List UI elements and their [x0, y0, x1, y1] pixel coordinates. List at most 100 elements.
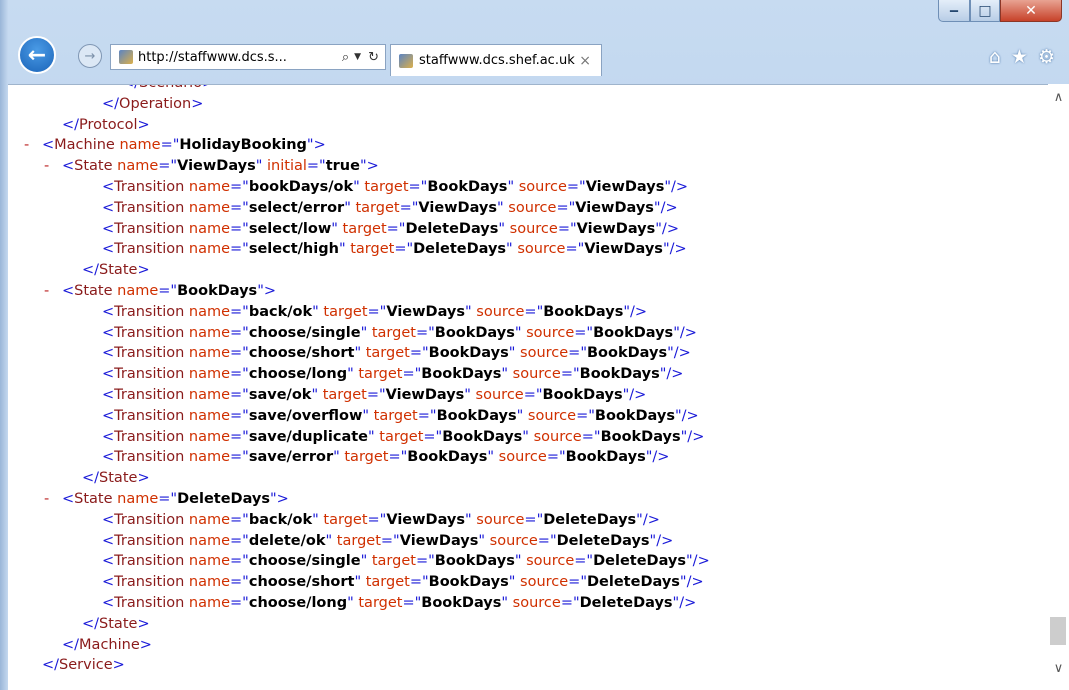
- xml-token: choose/short: [248, 345, 355, 362]
- xml-token: =": [230, 179, 249, 195]
- xml-token: =": [394, 241, 414, 258]
- xml-token: Transition: [114, 303, 185, 320]
- xml-token: target: [361, 574, 410, 591]
- xml-token: <: [102, 199, 115, 216]
- xml-line: <Transition name="back/ok" target="ViewD…: [102, 302, 647, 323]
- xml-token: ": [331, 220, 338, 237]
- xml-token: BookDays: [594, 407, 675, 424]
- xml-token: =": [230, 220, 249, 237]
- refresh-icon[interactable]: ↻: [368, 50, 379, 65]
- xml-token: <: [102, 387, 115, 403]
- xml-token: target: [369, 407, 418, 424]
- gear-icon[interactable]: ⚙: [1038, 46, 1055, 68]
- xml-token: =": [417, 407, 437, 424]
- scroll-down-icon[interactable]: ∨: [1048, 661, 1069, 676]
- xml-token: "/>: [673, 324, 697, 341]
- xml-token: >: [112, 657, 125, 674]
- toolbar-icons: ⌂ ★ ⚙: [989, 46, 1055, 68]
- xml-token: Operation: [119, 95, 192, 112]
- collapse-toggle[interactable]: -: [44, 489, 54, 510]
- scroll-thumb[interactable]: [1050, 617, 1066, 645]
- xml-token: <: [102, 303, 115, 320]
- xml-token: >: [137, 615, 150, 632]
- xml-token: =": [415, 553, 435, 570]
- close-window-button[interactable]: ✕: [1000, 0, 1062, 22]
- xml-token: =": [230, 449, 249, 466]
- back-button[interactable]: ←: [18, 36, 56, 74]
- xml-content-area: </Scenario></Operation></Protocol>- <Mac…: [8, 84, 1048, 690]
- xml-token: source: [505, 220, 558, 237]
- xml-token: =": [388, 449, 408, 466]
- xml-token: name: [184, 532, 231, 549]
- xml-token: back/ok: [248, 303, 313, 320]
- minimize-button[interactable]: ‒: [938, 0, 970, 22]
- xml-token: target: [318, 303, 368, 320]
- xml-token: =": [402, 595, 422, 611]
- xml-token: source: [508, 366, 561, 383]
- xml-token: =": [409, 345, 429, 362]
- xml-token: Machine: [79, 636, 140, 653]
- xml-token: BookDays: [421, 366, 502, 383]
- xml-line: <Transition name="delete/ok" target="Vie…: [102, 531, 673, 552]
- xml-token: <: [102, 553, 115, 570]
- xml-line: <Transition name="save/error" target="Bo…: [102, 447, 669, 468]
- xml-token: ": [464, 303, 472, 320]
- xml-token: Transition: [114, 324, 185, 341]
- xml-token: =": [566, 179, 586, 195]
- xml-token: =": [306, 158, 326, 175]
- scroll-up-icon[interactable]: ∧: [1048, 90, 1069, 105]
- address-bar[interactable]: http://staffwww.dcs.s... ⌕ ▼ ↻: [110, 44, 386, 70]
- xml-token: =": [557, 220, 577, 237]
- xml-token: ": [506, 241, 513, 258]
- xml-token: Machine: [54, 137, 115, 154]
- xml-token: BookDays: [177, 283, 258, 299]
- forward-icon: →: [84, 48, 96, 64]
- xml-token: >: [191, 95, 204, 112]
- xml-token: BookDays: [421, 595, 502, 611]
- maximize-button[interactable]: □: [970, 0, 1000, 22]
- collapse-toggle[interactable]: -: [44, 156, 54, 177]
- chevron-down-icon[interactable]: ▼: [354, 52, 361, 62]
- xml-token: =": [230, 345, 249, 362]
- xml-token: Transition: [114, 574, 185, 591]
- xml-token: </: [122, 85, 139, 91]
- xml-token: BookDays: [600, 428, 681, 445]
- xml-token: "/>: [680, 428, 705, 445]
- address-url[interactable]: http://staffwww.dcs.s...: [138, 50, 340, 65]
- xml-token: =": [230, 324, 249, 341]
- xml-token: =": [230, 511, 249, 528]
- xml-token: choose/single: [248, 324, 361, 341]
- xml-token: name: [184, 345, 231, 362]
- home-icon[interactable]: ⌂: [989, 46, 1001, 68]
- xml-token: ViewDays: [575, 199, 654, 216]
- maximize-icon: □: [978, 2, 992, 19]
- xml-token: Transition: [114, 511, 185, 528]
- xml-token: target: [367, 324, 416, 341]
- xml-token: >: [137, 116, 150, 133]
- xml-token: >: [137, 262, 150, 279]
- xml-token: <: [102, 345, 115, 362]
- star-icon[interactable]: ★: [1011, 46, 1028, 68]
- vertical-scrollbar[interactable]: ∧ ∨: [1048, 84, 1069, 690]
- xml-token: target: [350, 199, 400, 216]
- xml-line: </Protocol>: [62, 115, 150, 136]
- collapse-toggle[interactable]: -: [24, 135, 34, 156]
- forward-button[interactable]: →: [78, 44, 102, 68]
- xml-token: Transition: [114, 220, 185, 237]
- xml-line: <Transition name="select/low" target="De…: [102, 219, 679, 240]
- collapse-toggle[interactable]: -: [44, 281, 54, 302]
- xml-token: DeleteDays: [177, 491, 271, 507]
- xml-token: ViewDays: [385, 387, 465, 403]
- xml-token: true: [325, 158, 360, 175]
- close-icon: ✕: [1025, 2, 1037, 19]
- xml-token: name: [184, 303, 231, 320]
- xml-token: "/>: [653, 199, 678, 216]
- xml-token: State: [99, 470, 138, 487]
- xml-token: choose/long: [248, 595, 348, 611]
- tab-close-icon[interactable]: ×: [579, 53, 591, 69]
- search-icon[interactable]: ⌕: [342, 50, 349, 65]
- xml-token: "/>: [672, 595, 697, 611]
- xml-token: =": [524, 303, 544, 320]
- browser-tab[interactable]: staffwww.dcs.shef.ac.uk ×: [390, 44, 602, 76]
- xml-line: </Service>: [42, 655, 125, 676]
